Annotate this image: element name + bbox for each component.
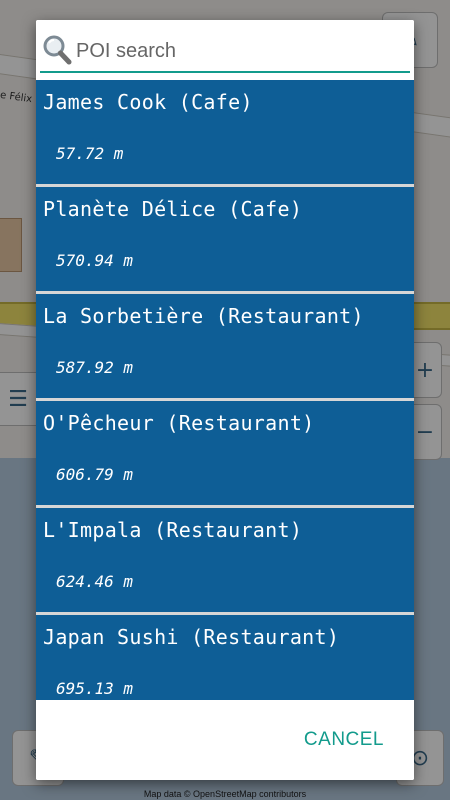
- dialog-footer: CANCEL: [36, 700, 414, 780]
- poi-list-item[interactable]: La Sorbetière (Restaurant) 587.92 m: [36, 294, 414, 398]
- poi-distance: 57.72 m: [56, 144, 124, 163]
- poi-name: Planète Délice (Cafe): [43, 197, 303, 221]
- poi-list-item[interactable]: L'Impala (Restaurant) 624.46 m: [36, 508, 414, 612]
- poi-list-item[interactable]: O'Pêcheur (Restaurant) 606.79 m: [36, 401, 414, 505]
- poi-name: Japan Sushi (Restaurant): [43, 625, 340, 649]
- poi-list[interactable]: James Cook (Cafe) 57.72 m Planète Délice…: [36, 80, 414, 700]
- search-underline: [40, 71, 410, 73]
- poi-name: O'Pêcheur (Restaurant): [43, 411, 315, 435]
- poi-distance: 695.13 m: [56, 679, 134, 698]
- poi-search-input[interactable]: [76, 34, 406, 68]
- poi-distance: 570.94 m: [56, 251, 134, 270]
- poi-search-dialog: James Cook (Cafe) 57.72 m Planète Délice…: [36, 20, 414, 780]
- poi-list-item[interactable]: James Cook (Cafe) 57.72 m: [36, 80, 414, 184]
- poi-list-item[interactable]: Planète Délice (Cafe) 570.94 m: [36, 187, 414, 291]
- poi-name: James Cook (Cafe): [43, 90, 253, 114]
- search-icon: [43, 35, 72, 65]
- poi-distance: 587.92 m: [56, 358, 134, 377]
- cancel-button[interactable]: CANCEL: [300, 720, 388, 760]
- poi-distance: 624.46 m: [56, 572, 134, 591]
- poi-name: L'Impala (Restaurant): [43, 518, 303, 542]
- search-bar: [36, 20, 414, 80]
- poi-list-item[interactable]: Japan Sushi (Restaurant) 695.13 m: [36, 615, 414, 700]
- poi-name: La Sorbetière (Restaurant): [43, 304, 364, 328]
- poi-distance: 606.79 m: [56, 465, 134, 484]
